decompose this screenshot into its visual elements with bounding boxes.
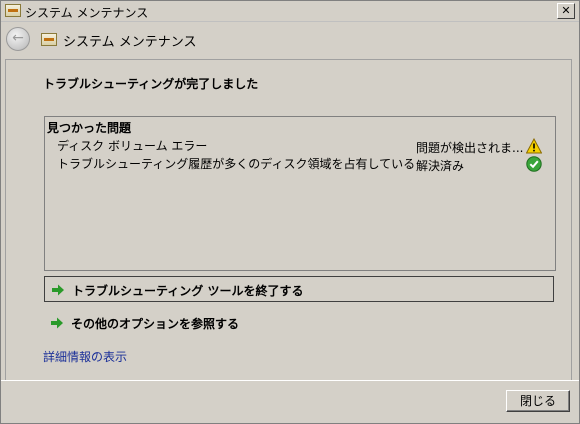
- window-title: システム メンテナンス: [25, 6, 149, 20]
- problems-header: 見つかった問題: [47, 121, 132, 135]
- check-icon: [526, 156, 542, 172]
- problem-status: 解決済み: [416, 159, 465, 173]
- navigation-bar: ← システム メンテナンス: [1, 22, 579, 58]
- other-options-action[interactable]: その他のオプションを参照する: [44, 310, 554, 336]
- problem-row[interactable]: トラブルシューティング履歴が多くのディスク領域を占有している 解決済み: [57, 155, 551, 173]
- problem-status: 問題が検出されま...: [416, 141, 524, 155]
- footer-divider: [1, 380, 579, 381]
- action-label: その他のオプションを参照する: [71, 317, 240, 331]
- system-maintenance-icon: [5, 4, 21, 17]
- problem-row[interactable]: ディスク ボリューム エラー 問題が検出されま...: [57, 137, 551, 155]
- title-bar: システム メンテナンス ✕: [1, 1, 579, 22]
- system-maintenance-icon: [41, 33, 57, 46]
- problem-name: ディスク ボリューム エラー: [57, 139, 208, 153]
- back-button[interactable]: ←: [6, 27, 30, 51]
- window-close-button[interactable]: ✕: [557, 3, 575, 19]
- green-arrow-icon: [52, 284, 64, 296]
- problem-name: トラブルシューティング履歴が多くのディスク領域を占有している: [57, 157, 416, 171]
- troubleshooter-window: システム メンテナンス ✕ ← システム メンテナンス トラブルシューティングが…: [0, 0, 580, 424]
- problems-list: 見つかった問題 ディスク ボリューム エラー 問題が検出されま... トラブルシ…: [44, 116, 556, 271]
- details-link[interactable]: 詳細情報の表示: [43, 348, 127, 365]
- action-label: トラブルシューティング ツールを終了する: [72, 284, 304, 298]
- warning-icon: [526, 138, 542, 154]
- page-heading: トラブルシューティングが完了しました: [43, 77, 259, 91]
- nav-title: システム メンテナンス: [63, 35, 197, 50]
- close-troubleshooter-action[interactable]: トラブルシューティング ツールを終了する: [44, 276, 554, 302]
- green-arrow-icon: [51, 317, 63, 329]
- close-button[interactable]: 閉じる: [506, 390, 570, 412]
- content-panel: トラブルシューティングが完了しました 見つかった問題 ディスク ボリューム エラ…: [5, 59, 572, 381]
